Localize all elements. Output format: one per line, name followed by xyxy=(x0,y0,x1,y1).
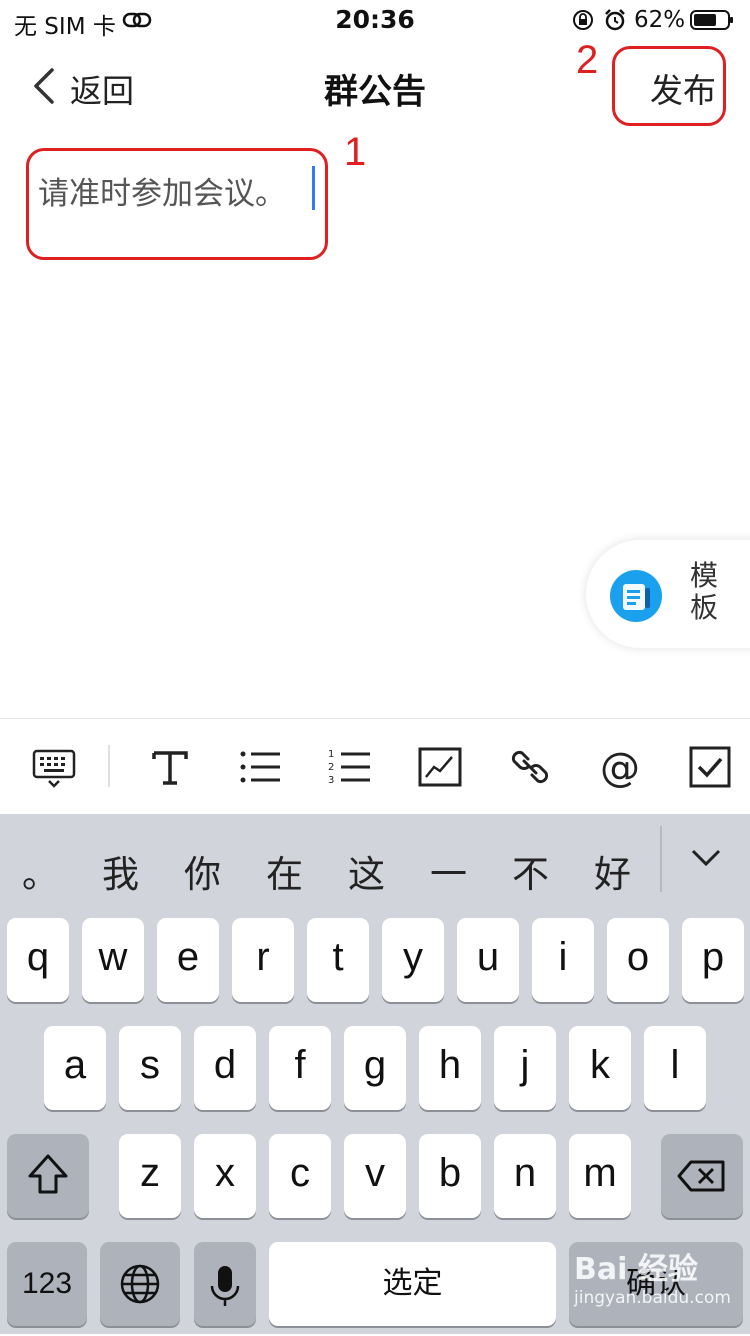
candidate-word[interactable]: 一 xyxy=(430,844,467,898)
key-d[interactable]: d xyxy=(194,1026,256,1110)
annotation-number-2: 2 xyxy=(576,38,599,82)
key-l[interactable]: l xyxy=(644,1026,706,1110)
space-key[interactable]: 选定 xyxy=(269,1242,556,1326)
bullet-list-icon[interactable] xyxy=(238,745,282,789)
key-g[interactable]: g xyxy=(344,1026,406,1110)
template-button[interactable]: 模板 xyxy=(586,540,750,648)
battery-percent: 62% xyxy=(634,7,686,33)
annotation-box-text xyxy=(26,148,328,260)
battery-icon xyxy=(690,10,733,30)
svg-text:2: 2 xyxy=(328,762,334,773)
status-bar: 无 SIM 卡 20:36 62% xyxy=(0,0,750,40)
key-z[interactable]: z xyxy=(119,1134,181,1218)
chevron-down-icon[interactable] xyxy=(690,846,722,870)
shift-key[interactable] xyxy=(7,1134,89,1218)
key-t[interactable]: t xyxy=(307,918,369,1002)
key-b[interactable]: b xyxy=(419,1134,481,1218)
baidu-watermark: Bai 经验 jingyan.baidu.com xyxy=(574,1244,744,1324)
format-toolbar: 1 2 3 @ xyxy=(0,718,750,815)
key-u[interactable]: u xyxy=(457,918,519,1002)
key-o[interactable]: o xyxy=(607,918,669,1002)
shift-icon xyxy=(28,1154,68,1194)
candidate-word[interactable]: 在 xyxy=(266,844,303,898)
backspace-icon xyxy=(677,1160,725,1192)
key-m[interactable]: m xyxy=(569,1134,631,1218)
chart-icon[interactable] xyxy=(418,745,462,789)
checkbox-icon[interactable] xyxy=(688,745,732,789)
link-icon[interactable] xyxy=(508,745,552,789)
key-i[interactable]: i xyxy=(532,918,594,1002)
alarm-icon xyxy=(605,9,625,31)
key-j[interactable]: j xyxy=(494,1026,556,1110)
key-n[interactable]: n xyxy=(494,1134,556,1218)
microphone-key[interactable] xyxy=(194,1242,256,1326)
keyboard-icon[interactable] xyxy=(32,745,76,789)
candidate-divider xyxy=(660,826,662,892)
candidate-word[interactable]: 好 xyxy=(594,844,631,898)
candidate-word[interactable]: 。 xyxy=(22,844,59,898)
key-v[interactable]: v xyxy=(344,1134,406,1218)
key-a[interactable]: a xyxy=(44,1026,106,1110)
candidate-word[interactable]: 不 xyxy=(512,844,549,898)
annotation-number-1: 1 xyxy=(344,130,367,174)
key-x[interactable]: x xyxy=(194,1134,256,1218)
candidate-word[interactable]: 我 xyxy=(102,844,139,898)
toolbar-divider xyxy=(108,745,110,787)
watermark-brand: Bai 经验 xyxy=(574,1252,698,1287)
key-q[interactable]: q xyxy=(7,918,69,1002)
backspace-key[interactable] xyxy=(661,1134,743,1218)
annotation-box-publish xyxy=(612,46,726,126)
key-y[interactable]: y xyxy=(382,918,444,1002)
key-c[interactable]: c xyxy=(269,1134,331,1218)
key-h[interactable]: h xyxy=(419,1026,481,1110)
mention-icon[interactable]: @ xyxy=(598,745,642,789)
key-p[interactable]: p xyxy=(682,918,744,1002)
globe-key[interactable] xyxy=(100,1242,180,1326)
template-label: 模板 xyxy=(690,559,719,624)
microphone-icon xyxy=(210,1266,240,1306)
key-w[interactable]: w xyxy=(82,918,144,1002)
text-format-icon[interactable] xyxy=(148,745,192,789)
globe-icon xyxy=(120,1264,160,1304)
svg-text:3: 3 xyxy=(328,775,334,786)
rotation-lock-icon xyxy=(573,10,593,30)
key-s[interactable]: s xyxy=(119,1026,181,1110)
key-e[interactable]: e xyxy=(157,918,219,1002)
key-k[interactable]: k xyxy=(569,1026,631,1110)
svg-text:1: 1 xyxy=(328,749,334,760)
key-r[interactable]: r xyxy=(232,918,294,1002)
candidate-word[interactable]: 你 xyxy=(184,844,221,898)
numbered-list-icon[interactable]: 1 2 3 xyxy=(328,745,372,789)
numbers-key[interactable]: 123 xyxy=(7,1242,87,1326)
watermark-url: jingyan.baidu.com xyxy=(574,1288,731,1308)
template-icon xyxy=(610,570,662,622)
key-f[interactable]: f xyxy=(269,1026,331,1110)
svg-text:@: @ xyxy=(600,745,640,789)
candidate-word[interactable]: 这 xyxy=(348,844,385,898)
